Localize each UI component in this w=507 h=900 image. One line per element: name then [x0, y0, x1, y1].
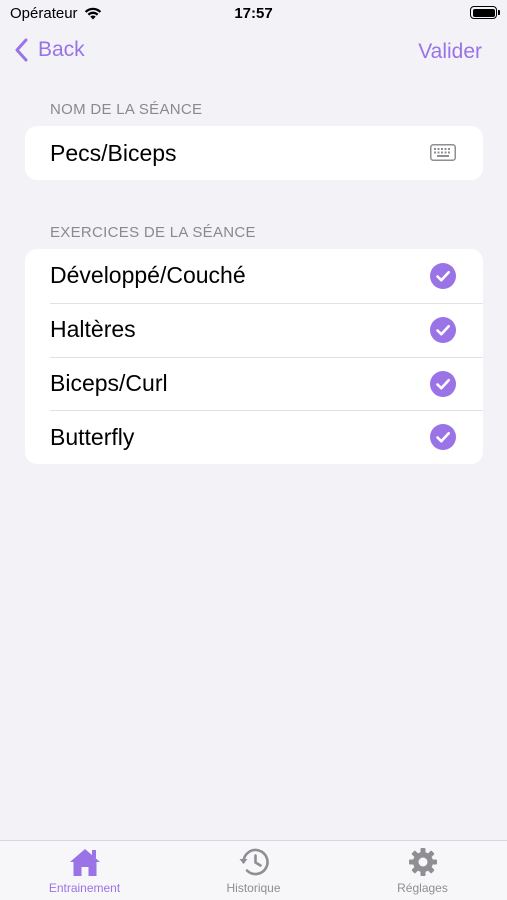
back-label: Back [38, 38, 85, 61]
tab-historique[interactable]: Historique [169, 841, 338, 900]
exercise-row-butterfly[interactable]: Butterfly [25, 410, 483, 464]
exercise-row-halteres[interactable]: Haltères [25, 302, 483, 357]
battery-icon [470, 6, 500, 19]
tab-label: Historique [226, 881, 281, 895]
status-time: 17:57 [234, 5, 273, 22]
checkmark-circle-icon[interactable] [430, 424, 456, 451]
exercise-label: Haltères [50, 316, 136, 343]
tab-label: Réglages [397, 881, 448, 895]
history-clock-icon [239, 848, 269, 876]
checkmark-circle-icon[interactable] [430, 370, 456, 397]
checkmark-circle-icon[interactable] [430, 316, 456, 343]
validate-button[interactable]: Valider [418, 40, 482, 64]
tab-entrainement[interactable]: Entrainement [0, 841, 169, 900]
chevron-left-icon [15, 38, 28, 62]
back-button[interactable]: Back [14, 38, 85, 62]
tab-reglages[interactable]: Réglages [338, 841, 507, 900]
exercises-header: EXERCICES DE LA SÉANCE [50, 224, 256, 241]
gear-icon [408, 848, 437, 876]
exercise-row-biceps-curl[interactable]: Biceps/Curl [25, 356, 483, 411]
exercise-label: Développé/Couché [50, 262, 246, 289]
tab-label: Entrainement [48, 881, 121, 895]
session-name-header: NOM DE LA SÉANCE [50, 101, 203, 118]
house-icon [69, 849, 100, 876]
exercises-list: Développé/Couché Haltères Biceps/Curl Bu… [25, 249, 483, 464]
session-name-field[interactable]: Pecs/Biceps [25, 126, 483, 180]
navigation-bar: Back Valider [0, 30, 507, 74]
status-bar: Opérateur 17:57 [0, 0, 507, 30]
exercise-row-developpe-couche[interactable]: Développé/Couché [25, 249, 483, 303]
exercise-label: Butterfly [50, 423, 135, 450]
tab-bar: Entrainement Historique Réglages [0, 840, 507, 900]
exercise-label: Biceps/Curl [50, 369, 168, 396]
checkmark-circle-icon[interactable] [430, 263, 456, 289]
keyboard-icon[interactable] [430, 144, 456, 161]
session-name-value: Pecs/Biceps [50, 140, 177, 166]
